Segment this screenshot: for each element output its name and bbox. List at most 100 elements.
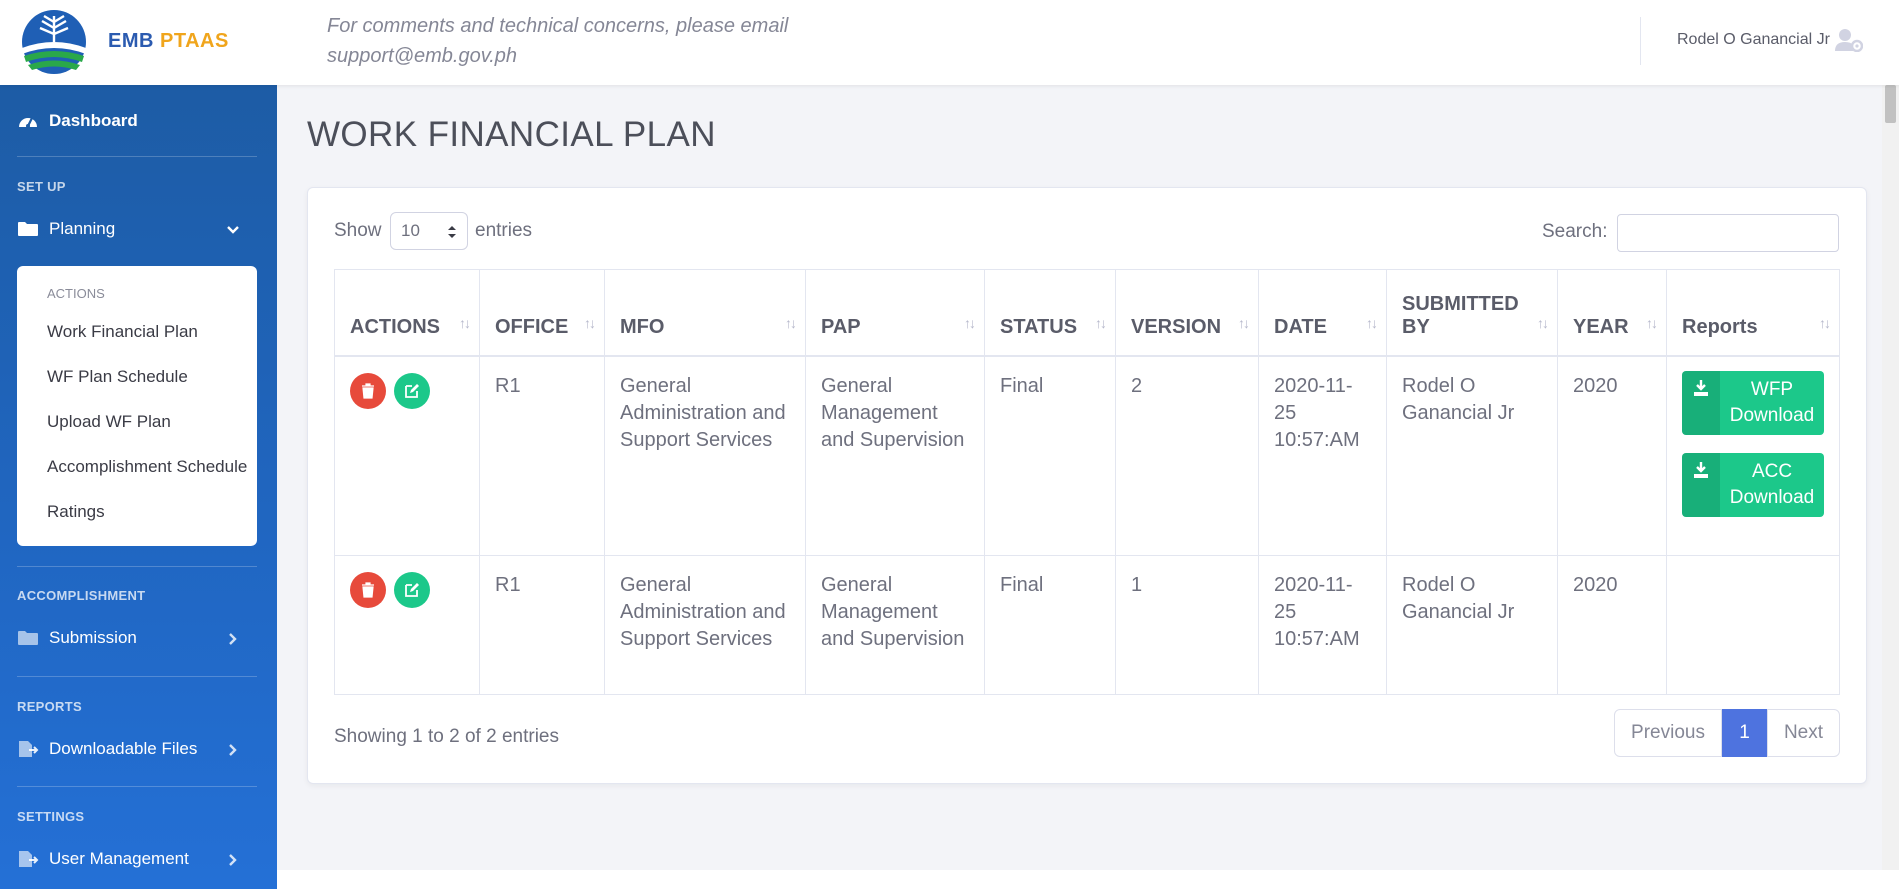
table-info: Showing 1 to 2 of 2 entries	[334, 726, 559, 747]
sort-icon: ↑↓	[964, 314, 976, 331]
pap-cell: General Management and Supervision	[805, 554, 985, 695]
submenu-heading: ACTIONS	[47, 286, 105, 301]
mfo-cell: General Administration and Support Servi…	[604, 554, 806, 695]
actions-cell	[334, 355, 480, 556]
scrollbar-thumb[interactable]	[1885, 85, 1896, 123]
column-header-version[interactable]: VERSION ↑↓	[1115, 269, 1259, 357]
entries-label: entries	[475, 220, 533, 241]
brand-name[interactable]: EMB PTAAS	[108, 30, 229, 53]
search-label: Search:	[1542, 221, 1608, 242]
column-header-label: OFFICE	[495, 315, 569, 338]
next-page-button[interactable]: Next	[1767, 709, 1840, 757]
page-1-button[interactable]: 1	[1722, 709, 1767, 757]
sort-caret-icon	[448, 226, 456, 238]
mfo-cell: General Administration and Support Servi…	[604, 355, 806, 556]
sidebar-item-downloadable-files[interactable]: Downloadable Files	[17, 739, 262, 759]
sidebar-item-planning[interactable]: Planning	[17, 219, 262, 239]
tachometer-icon	[19, 117, 37, 128]
column-header-actions[interactable]: ACTIONS ↑↓	[334, 269, 480, 357]
sidebar-item-user-management[interactable]: User Management	[17, 849, 262, 869]
user-name[interactable]: Rodel O Ganancial Jr	[1677, 31, 1830, 49]
sidebar-divider	[17, 786, 257, 787]
sidebar-item-label: Submission	[49, 628, 137, 647]
sidebar-item-label: Dashboard	[49, 111, 138, 130]
sidebar-divider	[17, 676, 257, 677]
work-financial-plan-card: Show 10 entries Search: ACTIONS ↑↓ OFFICE…	[307, 187, 1867, 784]
sidebar-item-label: User Management	[49, 849, 189, 868]
sidebar: Dashboard SET UP Planning ACTIONS Work F…	[0, 85, 277, 889]
previous-page-button[interactable]: Previous	[1614, 709, 1722, 757]
sidebar-heading-accomplishment: ACCOMPLISHMENT	[17, 588, 146, 603]
scrollbar[interactable]	[1882, 85, 1899, 870]
column-header-year[interactable]: YEAR ↑↓	[1557, 269, 1667, 357]
submenu-item-upload-wf-plan[interactable]: Upload WF Plan	[47, 412, 171, 432]
submitted-by-cell: Rodel O Ganancial Jr	[1386, 554, 1558, 695]
download-label-line2: Download	[1729, 486, 1815, 508]
acc-download-button[interactable]: ACC Download	[1682, 452, 1824, 517]
reports-cell: WFP Download ACC Download	[1666, 355, 1840, 556]
sidebar-heading-settings: SETTINGS	[17, 809, 85, 824]
edit-button[interactable]	[393, 372, 430, 409]
edit-icon	[404, 383, 419, 398]
column-header-date[interactable]: DATE ↑↓	[1258, 269, 1387, 357]
table-row: R1 General Administration and Support Se…	[334, 554, 1840, 695]
delete-button[interactable]	[350, 571, 386, 608]
sidebar-divider	[17, 156, 257, 157]
column-header-status[interactable]: STATUS ↑↓	[984, 269, 1116, 357]
download-icon	[1682, 370, 1720, 435]
edit-button[interactable]	[393, 571, 430, 608]
wfp-table: ACTIONS ↑↓ OFFICE ↑↓ MFO ↑↓ PAP ↑↓ STATUS ↑↓ …	[334, 269, 1840, 695]
sidebar-item-label: Planning	[49, 219, 116, 238]
date-cell: 2020-11-25 10:57:AM	[1258, 355, 1387, 556]
sidebar-item-dashboard[interactable]: Dashboard	[17, 111, 138, 131]
chevron-right-icon	[229, 744, 237, 756]
sidebar-item-submission[interactable]: Submission	[17, 628, 262, 648]
office-cell: R1	[479, 355, 605, 556]
trash-icon	[362, 581, 374, 598]
column-header-pap[interactable]: PAP ↑↓	[805, 269, 985, 357]
column-header-label: ACTIONS	[350, 315, 440, 338]
file-export-icon	[19, 741, 39, 757]
sort-icon: ↑↓	[1819, 314, 1831, 331]
column-header-label: YEAR	[1573, 315, 1629, 338]
entries-per-page-select[interactable]: 10	[390, 212, 468, 250]
table-header-row: ACTIONS ↑↓ OFFICE ↑↓ MFO ↑↓ PAP ↑↓ STATUS ↑↓ …	[334, 269, 1840, 357]
notice-line-2: support@emb.gov.ph	[327, 45, 518, 67]
search-input[interactable]	[1617, 214, 1839, 252]
office-cell: R1	[479, 554, 605, 695]
column-header-label: SUBMITTED BY	[1402, 292, 1519, 338]
edit-icon	[404, 582, 419, 597]
status-cell: Final	[984, 355, 1116, 556]
user-cog-icon[interactable]	[1835, 28, 1863, 52]
notice-line-1: For comments and technical concerns, ple…	[327, 15, 789, 37]
submenu-item-accomplishment-schedule[interactable]: Accomplishment Schedule	[47, 457, 247, 477]
sort-icon: ↑↓	[584, 314, 596, 331]
download-button-label: WFP Download	[1720, 377, 1824, 429]
column-header-office[interactable]: OFFICE ↑↓	[479, 269, 605, 357]
download-icon	[1682, 452, 1720, 517]
sort-icon: ↑↓	[1646, 314, 1658, 331]
wfp-download-button[interactable]: WFP Download	[1682, 370, 1824, 435]
column-header-submitted-by[interactable]: SUBMITTED BY ↑↓	[1386, 269, 1558, 357]
column-header-label: STATUS	[1000, 315, 1078, 338]
column-header-label: DATE	[1274, 315, 1327, 338]
column-header-label: Reports	[1682, 315, 1758, 338]
column-header-label: PAP	[821, 315, 861, 338]
submenu-item-work-financial-plan[interactable]: Work Financial Plan	[47, 322, 198, 342]
submenu-item-wf-plan-schedule[interactable]: WF Plan Schedule	[47, 367, 188, 387]
sort-icon: ↑↓	[1238, 314, 1250, 331]
column-header-mfo[interactable]: MFO ↑↓	[604, 269, 806, 357]
submenu-item-ratings[interactable]: Ratings	[47, 502, 105, 522]
emb-logo[interactable]	[20, 8, 88, 76]
sidebar-heading-reports: REPORTS	[17, 699, 82, 714]
column-header-reports[interactable]: Reports ↑↓	[1666, 269, 1840, 357]
year-cell: 2020	[1557, 554, 1667, 695]
file-export-icon	[19, 851, 39, 867]
column-header-label: MFO	[620, 315, 665, 338]
delete-button[interactable]	[350, 372, 386, 409]
download-label-line1: ACC	[1751, 460, 1793, 482]
download-label-line2: Download	[1729, 404, 1815, 426]
sidebar-heading-setup: SET UP	[17, 179, 66, 194]
chevron-right-icon	[229, 854, 237, 866]
download-label-line1: WFP	[1750, 378, 1794, 400]
